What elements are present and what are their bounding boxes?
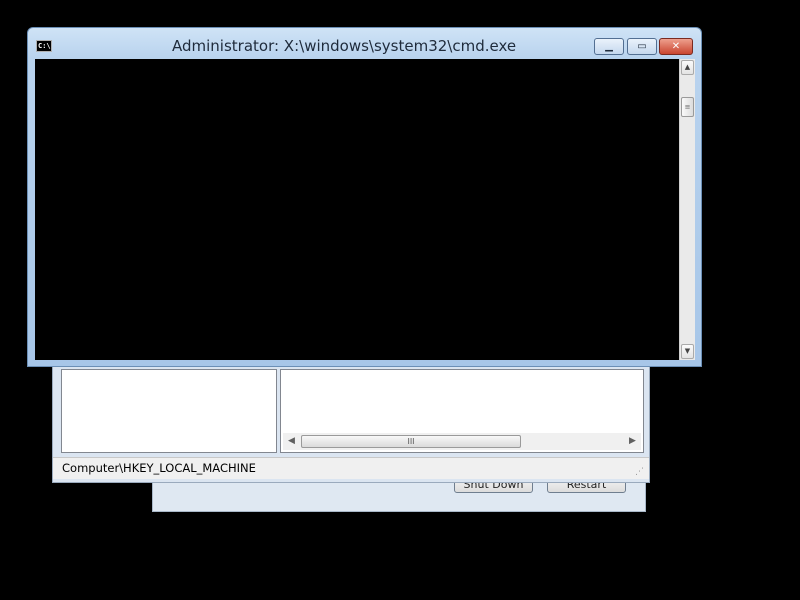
scroll-right-arrow-icon[interactable]: ▶ [624, 433, 641, 450]
close-icon: ✕ [671, 41, 681, 52]
horizontal-scrollbar[interactable]: ◀ III ▶ [283, 433, 641, 450]
status-bar: Computer\HKEY_LOCAL_MACHINE ⋰ [53, 457, 649, 479]
maximize-icon: ▭ [637, 41, 647, 52]
resize-grip-icon[interactable]: ⋰ [635, 467, 645, 477]
scroll-up-arrow-icon[interactable]: ▲ [681, 60, 694, 75]
scroll-left-arrow-icon[interactable]: ◀ [283, 433, 300, 450]
registry-values-pane[interactable]: ◀ III ▶ [280, 369, 644, 453]
console-output[interactable] [35, 59, 679, 360]
scroll-down-arrow-icon[interactable]: ▼ [681, 344, 694, 359]
cmd-app-icon[interactable]: C:\ [36, 40, 52, 52]
minimize-icon: ▁ [605, 41, 613, 52]
window-title: Administrator: X:\windows\system32\cmd.e… [172, 37, 517, 55]
vertical-scroll-thumb[interactable]: ≡ [681, 97, 694, 117]
minimize-button[interactable]: ▁ [594, 38, 624, 55]
close-button[interactable]: ✕ [659, 38, 693, 55]
cmd-titlebar[interactable]: C:\ Administrator: X:\windows\system32\c… [28, 28, 701, 58]
registry-tree-pane[interactable] [61, 369, 277, 453]
horizontal-scroll-thumb[interactable]: III [301, 435, 521, 448]
cmd-window: C:\ Administrator: X:\windows\system32\c… [27, 27, 702, 367]
registry-editor-window: ◀ III ▶ Computer\HKEY_LOCAL_MACHINE ⋰ [52, 352, 650, 483]
status-path-text: Computer\HKEY_LOCAL_MACHINE [62, 461, 256, 475]
vertical-scrollbar[interactable]: ▲ ≡ ▼ [679, 59, 695, 360]
maximize-button[interactable]: ▭ [627, 38, 657, 55]
